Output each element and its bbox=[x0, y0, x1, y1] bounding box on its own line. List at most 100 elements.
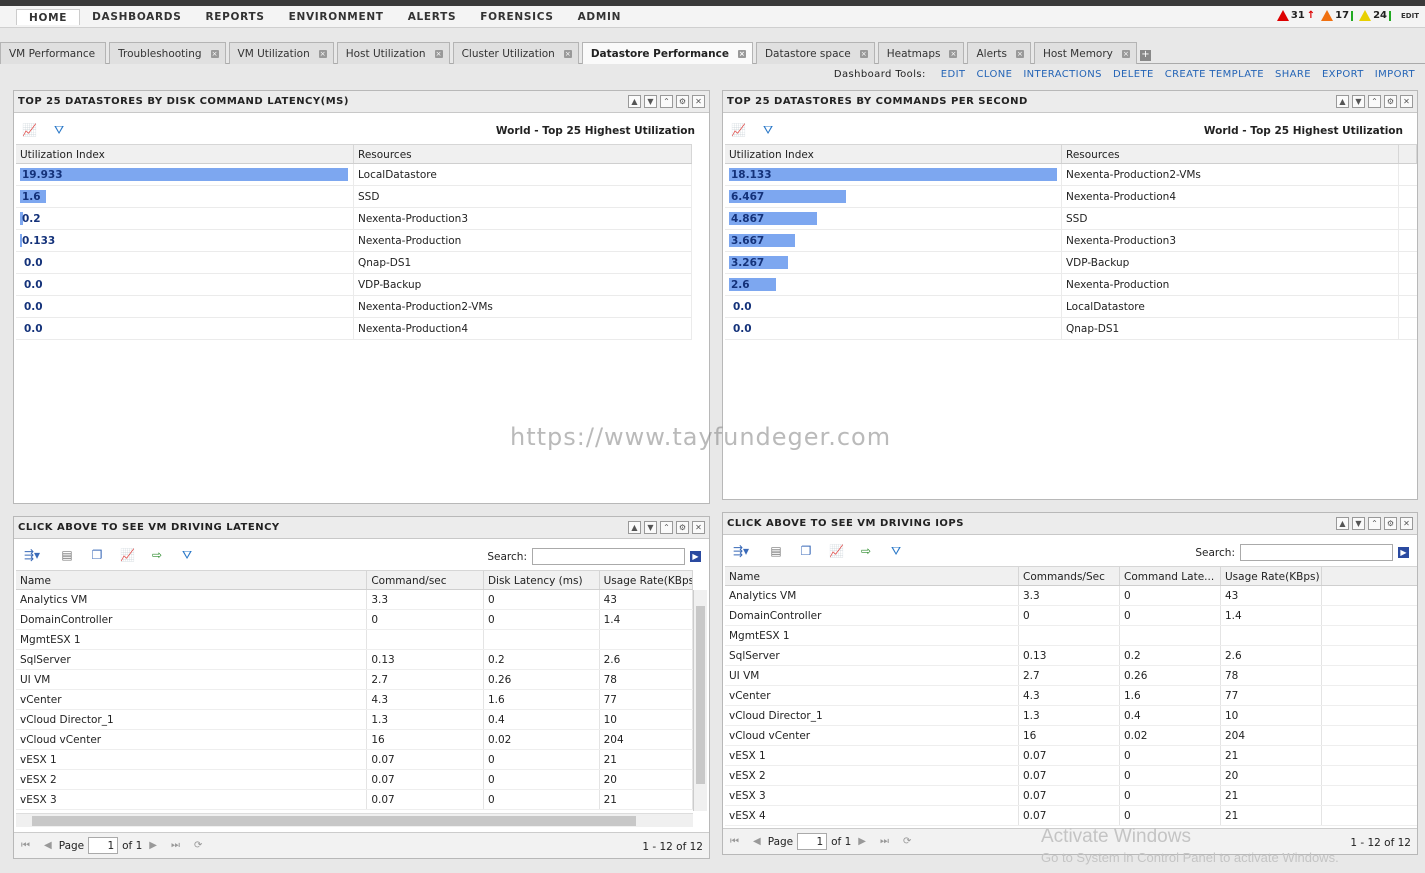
tab-cluster-utilization[interactable]: Cluster Utilization × bbox=[452, 42, 579, 64]
alerts-edit-link[interactable]: EDIT bbox=[1401, 12, 1419, 20]
column-header[interactable]: Commands/Sec bbox=[1019, 567, 1120, 585]
filter-icon[interactable]: ⛛ bbox=[180, 548, 194, 562]
copy-icon[interactable]: ❐ bbox=[90, 548, 104, 562]
gear-icon[interactable]: ⚙ bbox=[1384, 517, 1397, 530]
maximize-icon[interactable]: ⌃ bbox=[660, 95, 673, 108]
export-link[interactable]: EXPORT bbox=[1322, 69, 1364, 80]
expand-icon[interactable]: ▼ bbox=[1352, 517, 1365, 530]
tab-alerts[interactable]: Alerts × bbox=[967, 42, 1031, 64]
clone-link[interactable]: CLONE bbox=[976, 69, 1012, 80]
last-page-icon[interactable]: ⏭ bbox=[171, 840, 180, 851]
close-icon[interactable]: × bbox=[563, 49, 572, 58]
table-row[interactable]: UI VM 2.7 0.26 78 bbox=[16, 670, 693, 690]
tab-host-utilization[interactable]: Host Utilization × bbox=[336, 42, 450, 64]
table-row[interactable]: vESX 1 0.07 0 21 bbox=[16, 750, 693, 770]
table-row[interactable]: vCloud vCenter 16 0.02 204 bbox=[16, 730, 693, 750]
table-row[interactable]: 0.0 Nexenta-Production4 bbox=[16, 318, 692, 340]
add-tab-button[interactable]: + bbox=[1139, 50, 1151, 61]
close-icon[interactable]: × bbox=[949, 49, 958, 58]
search-input[interactable] bbox=[532, 548, 685, 565]
refresh-icon[interactable]: ⟳ bbox=[903, 836, 911, 847]
table-row[interactable]: vCloud vCenter 16 0.02 204 bbox=[725, 726, 1417, 746]
column-header[interactable]: Utilization Index bbox=[725, 145, 1062, 163]
table-row[interactable]: vESX 4 0.07 0 21 bbox=[725, 806, 1417, 826]
prev-page-icon[interactable]: ◀ bbox=[753, 836, 761, 847]
tab-datastore-performance[interactable]: Datastore Performance × bbox=[581, 42, 753, 64]
table-row[interactable]: 18.133 Nexenta-Production2-VMs bbox=[725, 164, 1417, 186]
group-by-dropdown-icon[interactable]: ⇶▾ bbox=[729, 544, 753, 558]
close-icon[interactable]: × bbox=[210, 49, 219, 58]
chart-icon[interactable]: 📈 bbox=[22, 123, 37, 137]
collapse-icon[interactable]: ▲ bbox=[1336, 517, 1349, 530]
create-template-link[interactable]: CREATE TEMPLATE bbox=[1165, 69, 1264, 80]
column-header[interactable]: Command/sec bbox=[367, 571, 484, 589]
gear-icon[interactable]: ⚙ bbox=[676, 521, 689, 534]
close-icon[interactable]: × bbox=[318, 49, 327, 58]
column-header[interactable]: Disk Latency (ms) bbox=[484, 571, 600, 589]
gear-icon[interactable]: ⚙ bbox=[1384, 95, 1397, 108]
prev-page-icon[interactable]: ◀ bbox=[44, 840, 52, 851]
vertical-scrollbar[interactable] bbox=[693, 590, 707, 811]
expand-icon[interactable]: ▼ bbox=[644, 521, 657, 534]
column-header[interactable]: Utilization Index bbox=[16, 145, 354, 163]
menu-alerts[interactable]: ALERTS bbox=[396, 9, 469, 25]
details-icon[interactable]: ▤ bbox=[60, 548, 74, 562]
table-row[interactable]: 0.133 Nexenta-Production bbox=[16, 230, 692, 252]
page-number-input[interactable]: 1 bbox=[88, 837, 119, 854]
details-icon[interactable]: ▤ bbox=[769, 544, 783, 558]
close-icon[interactable]: × bbox=[1015, 49, 1024, 58]
expand-icon[interactable]: ▼ bbox=[1352, 95, 1365, 108]
horizontal-scrollbar[interactable] bbox=[16, 813, 693, 827]
table-row[interactable]: 1.6 SSD bbox=[16, 186, 692, 208]
table-row[interactable]: 19.933 LocalDatastore bbox=[16, 164, 692, 186]
share-link[interactable]: SHARE bbox=[1275, 69, 1311, 80]
table-row[interactable]: DomainController 0 0 1.4 bbox=[16, 610, 693, 630]
maximize-icon[interactable]: ⌃ bbox=[660, 521, 673, 534]
tab-datastore-space[interactable]: Datastore space × bbox=[755, 42, 875, 64]
table-row[interactable]: vESX 2 0.07 0 20 bbox=[16, 770, 693, 790]
copy-icon[interactable]: ❐ bbox=[799, 544, 813, 558]
column-header[interactable]: Name bbox=[16, 571, 368, 589]
chart-icon[interactable]: 📈 bbox=[120, 548, 135, 562]
tab-vm-performance[interactable]: VM Performance bbox=[0, 42, 107, 64]
next-page-icon[interactable]: ▶ bbox=[149, 840, 157, 851]
refresh-icon[interactable]: ⟳ bbox=[194, 840, 202, 851]
delete-link[interactable]: DELETE bbox=[1113, 69, 1154, 80]
filter-icon[interactable]: ⛛ bbox=[889, 544, 903, 558]
close-icon[interactable]: ✕ bbox=[692, 95, 705, 108]
table-row[interactable]: 0.0 Qnap-DS1 bbox=[16, 252, 692, 274]
close-icon[interactable]: × bbox=[859, 49, 868, 58]
tab-host-memory[interactable]: Host Memory × bbox=[1033, 42, 1137, 64]
table-row[interactable]: vESX 1 0.07 0 21 bbox=[725, 746, 1417, 766]
chart-icon[interactable]: 📈 bbox=[829, 544, 844, 558]
table-row[interactable]: MgmtESX 1 bbox=[16, 630, 693, 650]
scroll-thumb[interactable] bbox=[32, 816, 636, 826]
table-row[interactable]: 0.0 LocalDatastore bbox=[725, 296, 1417, 318]
edit-link[interactable]: EDIT bbox=[941, 69, 966, 80]
search-input[interactable] bbox=[1240, 544, 1393, 561]
menu-environment[interactable]: ENVIRONMENT bbox=[277, 9, 396, 25]
table-row[interactable]: 6.467 Nexenta-Production4 bbox=[725, 186, 1417, 208]
table-row[interactable]: 4.867 SSD bbox=[725, 208, 1417, 230]
maximize-icon[interactable]: ⌃ bbox=[1368, 517, 1381, 530]
column-header[interactable]: Resources bbox=[354, 145, 692, 163]
table-row[interactable]: 3.667 Nexenta-Production3 bbox=[725, 230, 1417, 252]
last-page-icon[interactable]: ⏭ bbox=[880, 836, 889, 847]
close-icon[interactable]: × bbox=[434, 49, 443, 58]
table-row[interactable]: vCloud Director_1 1.3 0.4 10 bbox=[725, 706, 1417, 726]
tab-heatmaps[interactable]: Heatmaps × bbox=[877, 42, 965, 64]
table-row[interactable]: vESX 2 0.07 0 20 bbox=[725, 766, 1417, 786]
table-row[interactable]: 0.0 Nexenta-Production2-VMs bbox=[16, 296, 692, 318]
column-header[interactable]: Name bbox=[725, 567, 1019, 585]
filter-icon[interactable]: ⛛ bbox=[52, 123, 66, 137]
table-row[interactable]: Analytics VM 3.3 0 43 bbox=[725, 586, 1417, 606]
export-icon[interactable]: ⇨ bbox=[150, 548, 164, 562]
table-row[interactable]: Analytics VM 3.3 0 43 bbox=[16, 590, 693, 610]
table-row[interactable]: vESX 3 0.07 0 21 bbox=[725, 786, 1417, 806]
immediate-alerts[interactable]: 17 bbox=[1321, 10, 1354, 21]
table-row[interactable]: 3.267 VDP-Backup bbox=[725, 252, 1417, 274]
first-page-icon[interactable]: ⏮ bbox=[730, 836, 739, 847]
close-icon[interactable]: ✕ bbox=[1400, 95, 1413, 108]
tab-troubleshooting[interactable]: Troubleshooting × bbox=[109, 42, 226, 64]
close-icon[interactable]: ✕ bbox=[1400, 517, 1413, 530]
